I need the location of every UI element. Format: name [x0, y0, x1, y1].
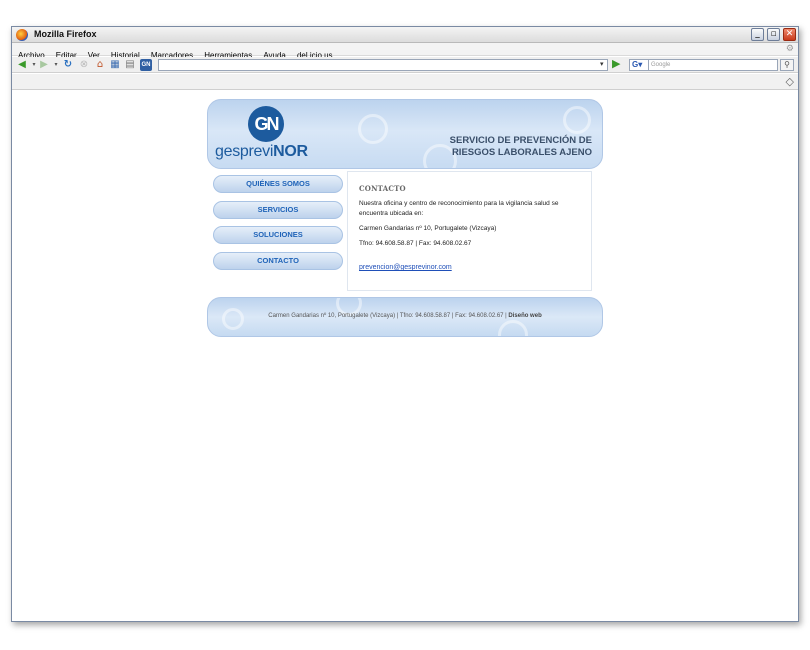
- page-viewport: GN gespreviNOR SERVICIO DE PREVENCIÓN DE…: [12, 91, 798, 621]
- back-icon[interactable]: ◀: [16, 59, 28, 71]
- reload-icon[interactable]: ↻: [62, 59, 74, 71]
- firefox-icon: [16, 29, 28, 41]
- close-button[interactable]: ✕: [783, 28, 796, 41]
- email-link[interactable]: prevencion@gesprevinor.com: [359, 264, 452, 271]
- logo-text[interactable]: gespreviNOR: [215, 143, 308, 161]
- title-bar: Mozilla Firefox _ ▫ ✕: [12, 27, 798, 43]
- search-engine-selector[interactable]: G▾: [629, 59, 649, 71]
- menu-servicios[interactable]: SERVICIOS: [213, 200, 343, 219]
- bookmark-icon[interactable]: ▦: [109, 59, 121, 71]
- stop-icon[interactable]: ⊗: [78, 59, 90, 71]
- url-dropdown-icon[interactable]: ▾: [600, 60, 604, 68]
- header-tagline: SERVICIO DE PREVENCIÓN DE RIESGOS LABORA…: [450, 135, 592, 159]
- bookmarks-toolbar: ◇: [12, 74, 798, 90]
- watermark-icon: [563, 106, 591, 134]
- logo-mark[interactable]: GN: [248, 106, 284, 142]
- content-intro: Nuestra oficina y centro de reconocimien…: [359, 200, 559, 217]
- watermark-icon: [222, 308, 244, 330]
- browser-window: Mozilla Firefox _ ▫ ✕ Archivo Editar Ver…: [11, 26, 799, 622]
- watermark-icon: [498, 320, 528, 336]
- search-placeholder: Google: [651, 62, 671, 68]
- minimize-button[interactable]: _: [751, 28, 764, 41]
- footer-address: Carmen Gandarias nº 10, Portugalete (Viz…: [268, 313, 509, 319]
- gear-icon[interactable]: ◇: [786, 75, 794, 88]
- print-icon[interactable]: ▤: [124, 59, 136, 71]
- menu-soluciones[interactable]: SOLUCIONES: [213, 226, 343, 244]
- header-banner: GN gespreviNOR SERVICIO DE PREVENCIÓN DE…: [207, 99, 603, 169]
- menu-quienes-somos[interactable]: QUIÉNES SOMOS: [213, 175, 343, 193]
- side-menu: QUIÉNES SOMOS SERVICIOS SOLUCIONES CONTA…: [213, 175, 345, 277]
- logo-text-bold: NOR: [273, 143, 308, 160]
- maximize-button[interactable]: ▫: [767, 28, 780, 41]
- go-icon[interactable]: ▶: [612, 58, 620, 70]
- watermark-icon: [358, 114, 388, 144]
- footer-banner: Carmen Gandarias nº 10, Portugalete (Viz…: [207, 297, 603, 337]
- window-title: Mozilla Firefox: [34, 29, 97, 39]
- logo-text-main: gesprevi: [215, 143, 274, 160]
- footer-design-link[interactable]: Diseño web: [508, 313, 541, 319]
- content-panel: CONTACTO Nuestra oficina y centro de rec…: [347, 171, 592, 291]
- menu-bar: Archivo Editar Ver Historial Marcadores …: [12, 43, 798, 60]
- menu-contacto[interactable]: CONTACTO: [213, 251, 343, 270]
- content-heading: CONTACTO: [359, 184, 406, 193]
- tagline-line-2: RIESGOS LABORALES AJENO: [451, 147, 592, 158]
- forward-icon[interactable]: ▶: [38, 59, 50, 71]
- site-favicon-icon[interactable]: GN: [140, 59, 152, 71]
- throbber-icon: ⚙: [785, 44, 794, 54]
- search-icon[interactable]: ⚲: [780, 59, 794, 71]
- search-input[interactable]: Google: [648, 59, 778, 71]
- home-icon[interactable]: ⌂: [94, 59, 106, 71]
- footer-text: Carmen Gandarias nº 10, Portugalete (Viz…: [208, 313, 602, 319]
- content-phones: Tfno: 94.608.58.87 | Fax: 94.608.02.67: [359, 240, 472, 247]
- content-address: Carmen Gandarias nº 10, Portugalete (Viz…: [359, 225, 497, 232]
- tagline-line-1: SERVICIO DE PREVENCIÓN DE: [449, 135, 592, 146]
- navigation-toolbar: ◀ ▾ ▶ ▾ ↻ ⊗ ⌂ ▦ ▤ GN ▾ ▶ G▾ Google ⚲: [12, 57, 798, 73]
- forward-menu-icon[interactable]: ▾: [50, 59, 62, 71]
- url-input[interactable]: [158, 59, 608, 71]
- search-engine-label: G: [632, 60, 639, 69]
